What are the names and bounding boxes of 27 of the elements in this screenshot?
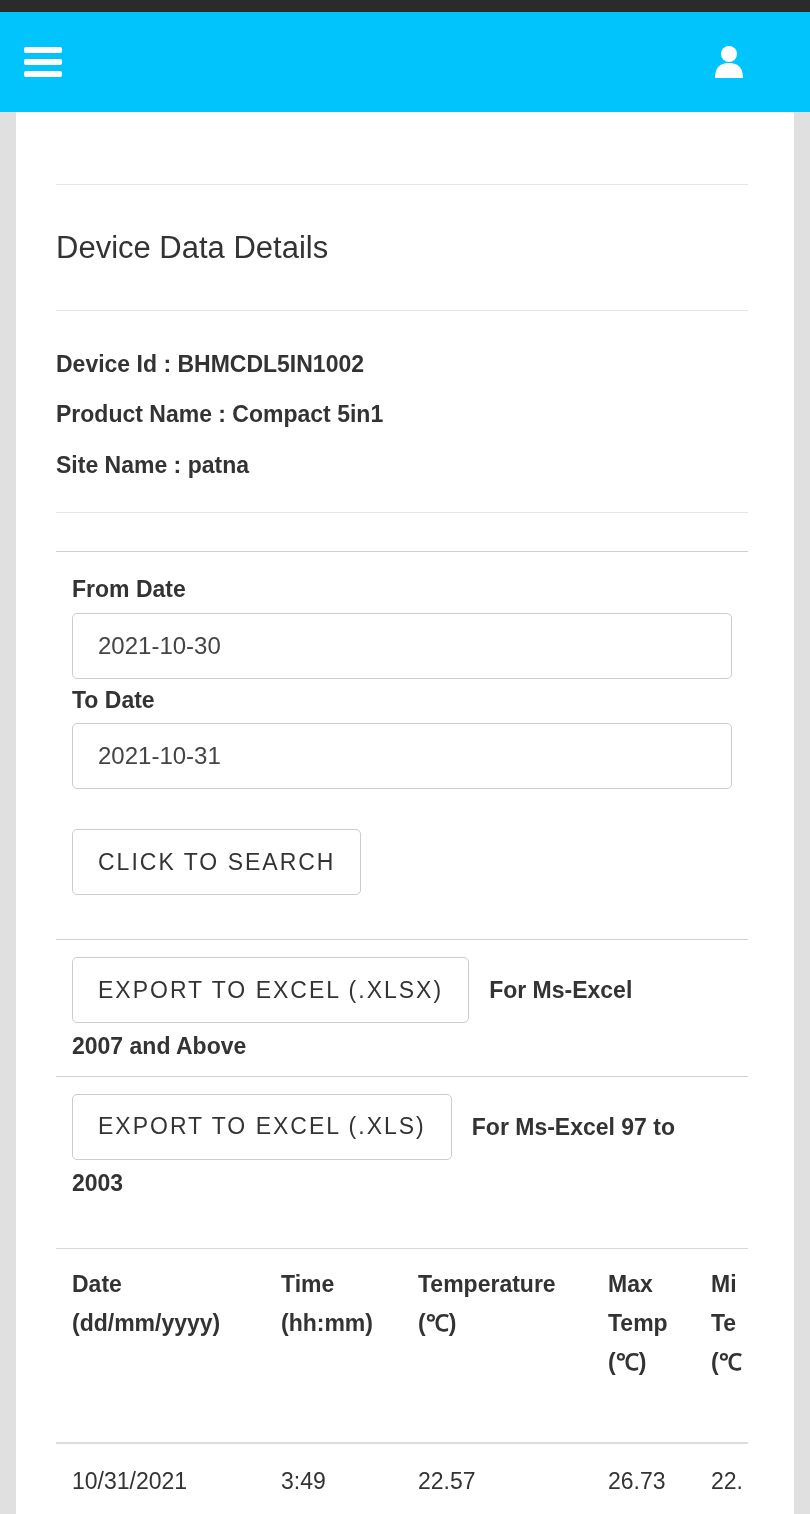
search-button[interactable]: CLICK TO SEARCH bbox=[72, 829, 362, 895]
table-cell: 26.73 bbox=[592, 1443, 695, 1499]
table-cell: 10/31/2021 bbox=[56, 1443, 265, 1499]
detail-text: Product Name : Compact 5in1 bbox=[56, 400, 385, 429]
field-label: To Date bbox=[72, 685, 156, 715]
user-icon[interactable] bbox=[714, 45, 744, 79]
detail-text: Site Name : patna bbox=[56, 450, 251, 480]
column-header: Time (hh:mm) bbox=[265, 1249, 402, 1443]
date-field[interactable]: 2021-10-31 bbox=[72, 723, 732, 789]
column-header: Mi Te (℃ bbox=[695, 1249, 748, 1443]
table-cell: 22.57 bbox=[402, 1443, 592, 1499]
menu-icon[interactable] bbox=[24, 47, 62, 77]
export-note: For Ms-Excel 97 to bbox=[471, 1112, 675, 1142]
export-button[interactable]: EXPORT TO EXCEL (.XLS) bbox=[72, 1093, 452, 1160]
column-header: Date (dd/mm/yyyy) bbox=[56, 1249, 265, 1443]
column-header: Temperature (℃) bbox=[402, 1249, 592, 1443]
table-cell: 22. bbox=[695, 1443, 748, 1499]
column-header: Max Temp (℃) bbox=[592, 1249, 695, 1443]
export-note: 2007 and Above bbox=[72, 1032, 247, 1061]
field-label: From Date bbox=[72, 575, 187, 604]
export-note: 2003 bbox=[72, 1168, 124, 1198]
detail-text: Device Id : BHMCDL5IN1002 bbox=[56, 349, 366, 379]
date-field[interactable]: 2021-10-30 bbox=[72, 612, 732, 679]
export-note: For Ms-Excel bbox=[489, 976, 633, 1005]
export-button[interactable]: EXPORT TO EXCEL (.XLSX) bbox=[72, 957, 470, 1023]
table-cell: 3:49 bbox=[265, 1443, 402, 1499]
page-title: Device Data Details bbox=[56, 229, 330, 267]
